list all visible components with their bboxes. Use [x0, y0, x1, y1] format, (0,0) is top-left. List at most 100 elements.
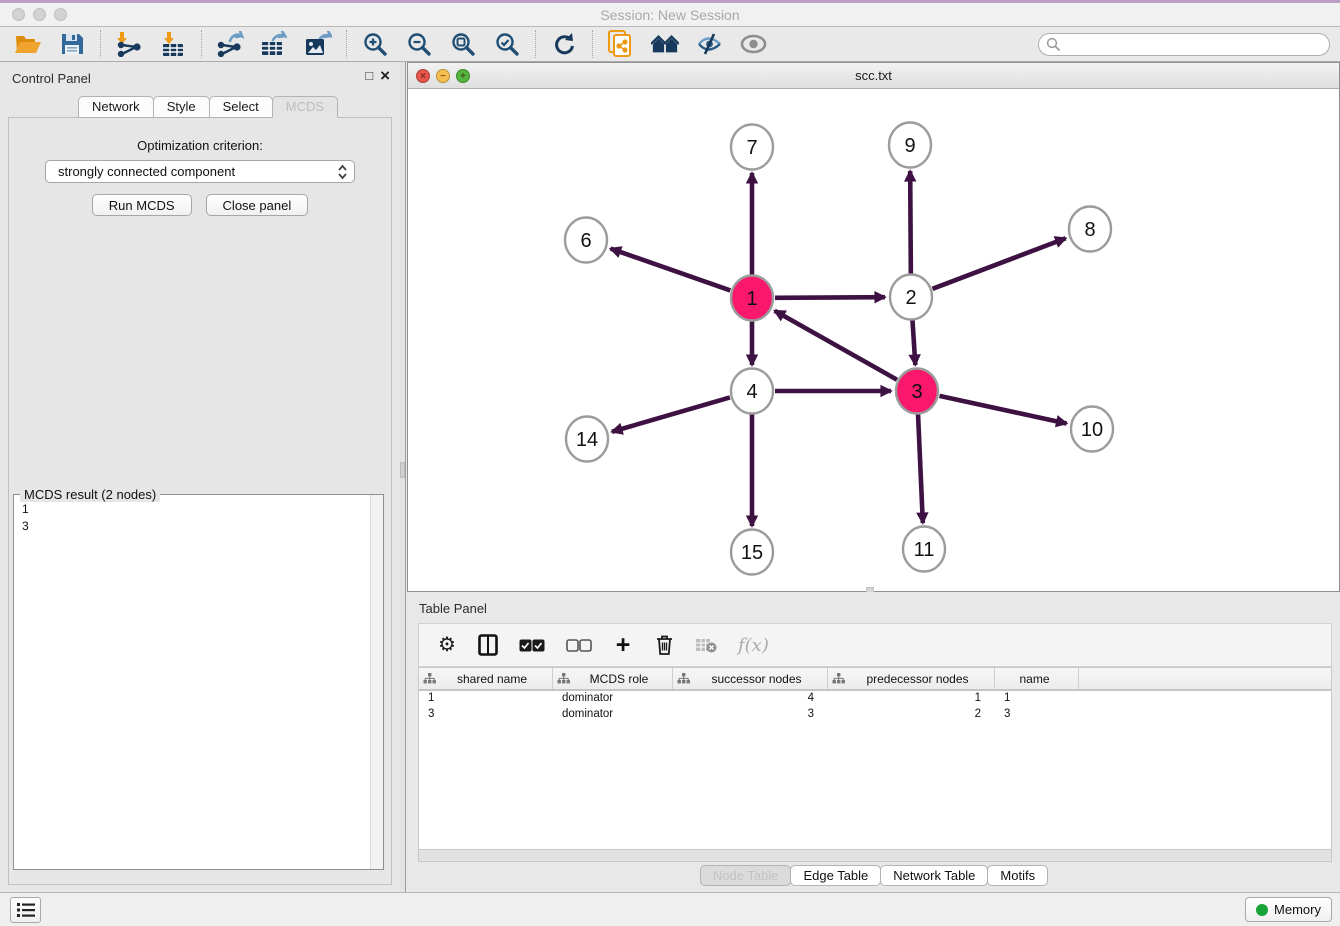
table-cell[interactable]: dominator [553, 707, 673, 723]
import-network-icon[interactable] [115, 30, 143, 58]
table-cell[interactable]: 3 [673, 707, 828, 723]
task-history-button[interactable] [10, 897, 41, 923]
delete-column-icon[interactable] [654, 635, 674, 655]
export-network-icon[interactable] [216, 30, 244, 58]
graph-node-3[interactable]: 3 [896, 369, 938, 414]
graph-edge-3-1[interactable] [775, 311, 897, 380]
table-cell[interactable]: 1 [828, 691, 995, 707]
graph-node-10[interactable]: 10 [1071, 407, 1113, 452]
optimization-select[interactable]: strongly connected component [45, 160, 355, 183]
svg-text:7: 7 [746, 137, 757, 159]
graph-node-6[interactable]: 6 [565, 218, 607, 263]
mcds-result-box: MCDS result (2 nodes) 13 [13, 494, 384, 870]
graph-node-15[interactable]: 15 [731, 530, 773, 575]
mcds-result-list: 13 [14, 496, 383, 535]
tab-node-table[interactable]: Node Table [700, 865, 792, 886]
graph-node-2[interactable]: 2 [890, 275, 932, 320]
control-panel: Control Panel □ × NetworkStyleSelectMCDS… [0, 62, 400, 892]
network-overview-icon[interactable] [607, 30, 635, 58]
graph-node-14[interactable]: 14 [566, 417, 608, 462]
table-header-row: shared nameMCDS rolesuccessor nodesprede… [419, 668, 1331, 691]
tab-edge-table[interactable]: Edge Table [790, 865, 881, 886]
table-cell[interactable]: 1 [995, 691, 1079, 707]
tab-style[interactable]: Style [153, 96, 210, 118]
control-panel-title: Control Panel [12, 71, 91, 86]
svg-text:9: 9 [904, 135, 915, 157]
table-cell[interactable]: 1 [419, 691, 553, 707]
tab-select[interactable]: Select [209, 96, 273, 118]
import-table-icon[interactable] [159, 30, 187, 58]
table-cell[interactable]: 3 [995, 707, 1079, 723]
table-cell[interactable]: 3 [419, 707, 553, 723]
run-mcds-button[interactable]: Run MCDS [92, 194, 192, 216]
column-header-MCDS-role[interactable]: MCDS role [553, 668, 673, 689]
network-view-frame: × − + scc.txt 7 9 6 8 1 2 4 3 14 10 15 11 [407, 62, 1340, 592]
zoom-selected-icon[interactable] [493, 30, 521, 58]
apply-layout-icon[interactable] [550, 30, 578, 58]
float-panel-icon[interactable]: □ [365, 69, 373, 83]
column-header-name[interactable]: name [995, 668, 1079, 689]
zoom-fit-icon[interactable] [449, 30, 477, 58]
select-all-columns-icon[interactable] [519, 639, 545, 652]
table-cell[interactable]: 2 [828, 707, 995, 723]
window-title: Session: New Session [0, 7, 1340, 23]
tab-motifs[interactable]: Motifs [987, 865, 1048, 886]
control-panel-tabs: NetworkStyleSelectMCDS [78, 96, 337, 118]
network-canvas[interactable]: 7 9 6 8 1 2 4 3 14 10 15 11 [408, 89, 1339, 591]
column-header-shared-name[interactable]: shared name [419, 668, 553, 689]
graph-edge-2-9[interactable] [910, 171, 911, 274]
tab-network[interactable]: Network [78, 96, 154, 118]
table-cell[interactable]: 4 [673, 691, 828, 707]
add-column-icon[interactable]: + [613, 635, 633, 655]
apply-function-icon: f(x) [738, 635, 769, 656]
graph-node-7[interactable]: 7 [731, 125, 773, 170]
graph-node-11[interactable]: 11 [903, 527, 945, 572]
tab-mcds[interactable]: MCDS [272, 96, 338, 118]
table-row[interactable]: 3dominator323 [419, 707, 1331, 723]
unselect-all-columns-icon[interactable] [566, 639, 592, 652]
splitter-grip[interactable] [400, 462, 405, 478]
table-row[interactable]: 1dominator411 [419, 691, 1331, 707]
table-panel: Table Panel □ × ⚙ + [407, 592, 1340, 888]
table-cell[interactable]: dominator [553, 691, 673, 707]
graph-edge-2-3[interactable] [912, 320, 915, 365]
result-scrollbar[interactable] [370, 495, 383, 869]
mcds-result-item: 3 [22, 518, 383, 535]
export-table-icon[interactable] [260, 30, 288, 58]
column-header-predecessor-nodes[interactable]: predecessor nodes [828, 668, 995, 689]
export-image-icon[interactable] [304, 30, 332, 58]
zoom-out-icon[interactable] [405, 30, 433, 58]
graph-node-4[interactable]: 4 [731, 369, 773, 414]
close-panel-button[interactable]: Close panel [206, 194, 309, 216]
vertical-splitter[interactable] [400, 62, 406, 892]
table-scrollbar-track[interactable] [418, 849, 1332, 862]
application-window: Session: New Session [0, 0, 1340, 926]
node-table: shared nameMCDS rolesuccessor nodesprede… [418, 667, 1332, 849]
graph-node-8[interactable]: 8 [1069, 207, 1111, 252]
search-box[interactable] [1038, 33, 1330, 56]
open-folder-icon[interactable] [14, 30, 42, 58]
graph-edge-4-14[interactable] [612, 397, 730, 431]
zoom-in-icon[interactable] [361, 30, 389, 58]
optimization-label: Optimization criterion: [9, 138, 391, 153]
graph-edge-1-2[interactable] [775, 297, 885, 298]
show-panel-icon[interactable] [739, 30, 767, 58]
graph-edge-3-11[interactable] [918, 414, 923, 523]
graph-node-1[interactable]: 1 [731, 276, 773, 321]
svg-text:8: 8 [1084, 219, 1095, 241]
hide-panel-icon[interactable] [695, 30, 723, 58]
graph-edge-1-6[interactable] [611, 249, 731, 291]
show-columns-icon[interactable] [478, 634, 498, 656]
column-header-successor-nodes[interactable]: successor nodes [673, 668, 828, 689]
table-settings-icon[interactable]: ⚙ [437, 635, 457, 655]
tab-network-table[interactable]: Network Table [880, 865, 988, 886]
save-icon[interactable] [58, 30, 86, 58]
search-input[interactable] [1061, 36, 1329, 54]
graph-node-9[interactable]: 9 [889, 123, 931, 168]
network-frame-titlebar[interactable]: × − + scc.txt [408, 63, 1339, 89]
graph-edge-3-10[interactable] [939, 396, 1066, 424]
memory-button[interactable]: Memory [1245, 897, 1332, 922]
birdseye-view-icon[interactable] [651, 30, 679, 58]
graph-edge-2-8[interactable] [933, 238, 1066, 289]
close-panel-icon[interactable]: × [380, 69, 390, 83]
